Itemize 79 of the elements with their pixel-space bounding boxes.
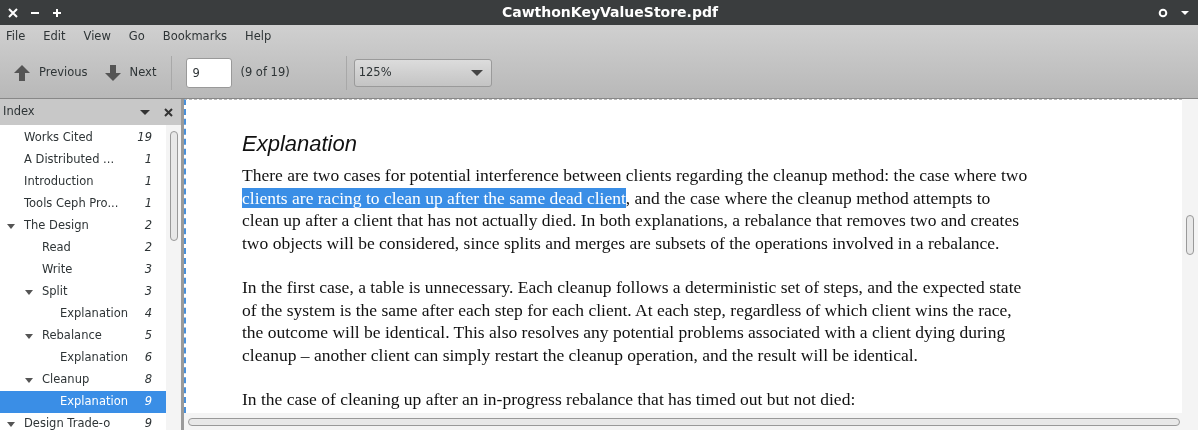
text-line: In the first case, a table is unnecessary. Each cleanup follows a deterministic set of steps, and the expected state xyxy=(242,276,1022,299)
window-title: CawthonKeyValueStore.pdf xyxy=(501,3,719,22)
menu-item[interactable]: Go xyxy=(128,27,145,46)
index-item[interactable]: Introduction 1 xyxy=(0,171,166,193)
page-number: 2 xyxy=(144,217,152,235)
index-item-title: Rebalance xyxy=(42,327,103,345)
text-line: the outcome will be identical. This also resolves any potential problems associated with a client dying during xyxy=(242,321,1006,344)
scrollbar-thumb[interactable] xyxy=(1186,215,1194,255)
text-line: In the case of cleaning up after an in-progress rebalance that has timed out but not died: xyxy=(242,388,856,411)
close-icon[interactable] xyxy=(164,107,173,117)
index-item[interactable]: Tools Ceph Pro... 1 xyxy=(0,193,166,215)
index-item[interactable]: Explanation 4 xyxy=(0,303,166,325)
index-item[interactable]: Read 2 xyxy=(0,237,166,259)
index-item[interactable]: Split 3 xyxy=(0,281,166,303)
up-arrow-icon xyxy=(13,64,31,82)
panel-title: Index xyxy=(3,103,36,121)
index-item[interactable]: Design Trade-o 9 xyxy=(0,413,166,430)
dropdown-icon[interactable] xyxy=(140,108,150,116)
menu-item[interactable]: Bookmarks xyxy=(162,27,228,46)
index-item[interactable]: Write 3 xyxy=(0,259,166,281)
next-button[interactable]: Next xyxy=(95,58,165,88)
menu-item[interactable]: File xyxy=(6,27,26,46)
index-item-title: Split xyxy=(42,283,69,301)
expanded-arrow-icon[interactable] xyxy=(24,287,34,297)
page-number: 9 xyxy=(144,393,152,411)
page-number: 3 xyxy=(144,283,152,301)
expanded-arrow-icon[interactable] xyxy=(6,419,16,429)
index-item-title: Write xyxy=(42,261,74,279)
page-number: 19 xyxy=(137,129,152,147)
section-heading: Explanation xyxy=(242,130,358,158)
page-number: 1 xyxy=(144,173,152,191)
index-item-title: Cleanup xyxy=(42,371,91,389)
circle-icon[interactable] xyxy=(1158,7,1168,18)
index-item-title: Introduction xyxy=(24,173,95,191)
page-field[interactable]: 9 xyxy=(186,58,233,88)
page-number: 5 xyxy=(144,327,152,345)
index-item-title: The Design xyxy=(24,217,90,235)
text-line: There are two cases for potential interference between clients regarding the cleanup method: the case where two xyxy=(242,164,1028,187)
text-line: cleanup – another client can simply restart the cleanup operation, and the result will be identical. xyxy=(242,343,918,366)
scrollbar-thumb[interactable] xyxy=(169,131,178,241)
expanded-arrow-icon[interactable] xyxy=(24,375,34,385)
index-item-title: Explanation xyxy=(60,393,129,411)
maximize-icon[interactable] xyxy=(52,7,62,18)
index-item[interactable]: Rebalance 5 xyxy=(0,325,166,347)
down-arrow-icon xyxy=(103,64,122,82)
text-line: of the system is the same after each step for each client. At each step, regardless of which client wins the race, xyxy=(242,298,1012,321)
scrollbar-thumb[interactable] xyxy=(188,417,1180,426)
page-number: 8 xyxy=(144,371,152,389)
index-item[interactable]: Works Cited 19 xyxy=(0,127,166,149)
index-item[interactable]: Explanation 6 xyxy=(0,347,166,369)
index-item-title: Design Trade-o xyxy=(24,415,112,430)
page-number: 4 xyxy=(144,305,152,323)
zoom-dropdown[interactable]: 125% xyxy=(353,59,492,87)
page-count: (9 of 19) xyxy=(240,64,290,82)
page-number: 1 xyxy=(144,151,152,169)
expanded-arrow-icon[interactable] xyxy=(6,221,16,231)
page-number: 3 xyxy=(144,261,152,279)
expanded-arrow-icon[interactable] xyxy=(24,331,34,341)
index-item-title: Read xyxy=(42,239,72,257)
previous-button[interactable]: Previous xyxy=(0,58,96,88)
text-line: clean up after a client that has not actually died. In both explanations, a rebalance that removes two and creates xyxy=(242,209,1019,232)
index-item[interactable]: The Design 2 xyxy=(0,215,166,237)
text-line: two objects will be considered, since splits and merges are subsets of the operations involved in a rebalance. xyxy=(242,231,1000,254)
menu-item[interactable]: Edit xyxy=(43,27,66,46)
menu-item[interactable]: View xyxy=(83,27,111,46)
index-item-title: Explanation xyxy=(60,305,129,323)
page-number: 1 xyxy=(144,195,152,213)
index-item[interactable]: A Distributed ... 1 xyxy=(0,149,166,171)
index-item[interactable]: Cleanup 8 xyxy=(0,369,166,391)
menu-item[interactable]: Help xyxy=(245,27,272,46)
page-number: 2 xyxy=(144,239,152,257)
page-number: 9 xyxy=(144,415,152,430)
index-item-title: Works Cited xyxy=(24,129,94,147)
index-item-title: Explanation xyxy=(60,349,129,367)
page-number: 6 xyxy=(144,349,152,367)
index-item-title: A Distributed ... xyxy=(24,151,116,169)
text-line: clients are racing to clean up after the same dead client, and the case where the cleanup method attempts to xyxy=(242,186,991,209)
index-item-title: Tools Ceph Pro... xyxy=(24,195,120,213)
caret-icon xyxy=(470,69,483,77)
